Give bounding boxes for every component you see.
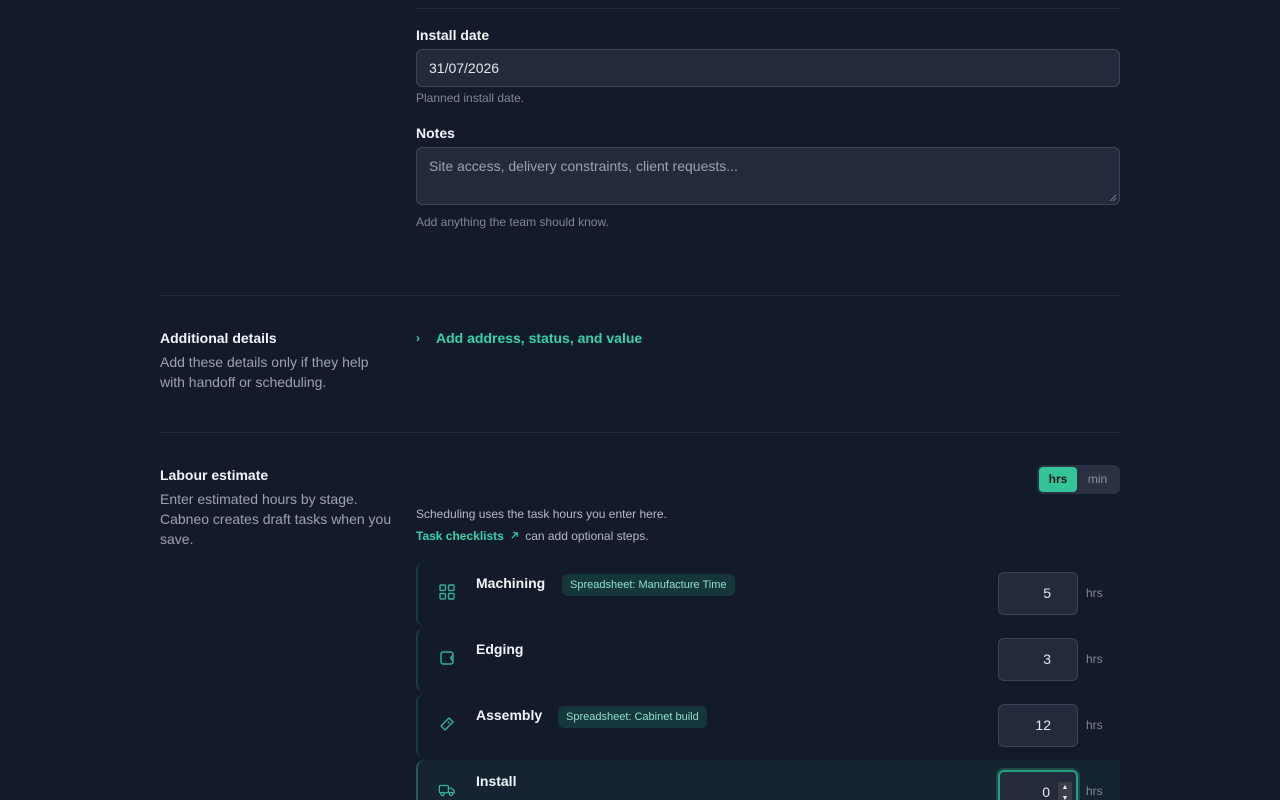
unit-option-hrs[interactable]: hrs [1039,467,1077,492]
additional-details-title: Additional details [160,330,277,346]
chevron-right-icon: › [416,331,420,345]
notes-help: Add anything the team should know. [416,215,609,229]
stage-row-machining: Machining Spreadsheet: Manufacture Time … [416,562,1120,626]
stage-badge: Spreadsheet: Manufacture Time [562,574,735,596]
stage-hours-value: 0 [1042,784,1050,800]
edge-icon [440,651,454,665]
expander-label: Add address, status, and value [436,330,643,346]
labour-estimate-description: Enter estimated hours by stage. Cabneo c… [160,491,392,547]
spinner-up-icon[interactable]: ▲ [1058,782,1072,793]
install-date-label: Install date [416,27,490,43]
install-date-input[interactable]: 31/07/2026 [416,49,1120,87]
stage-hours-input[interactable]: 0 ▲ ▼ [998,770,1078,800]
truck-icon [438,784,455,797]
unit-toggle: hrs min [1037,465,1120,494]
top-divider [416,8,1120,9]
section-divider [160,295,1120,296]
stage-name: Install [476,773,517,789]
tag-icon [440,717,454,731]
task-checklists-link[interactable]: Task checklists [416,529,519,543]
task-checklists-link-label: Task checklists [416,529,504,543]
arrow-up-right-icon [511,532,518,539]
unit-option-min[interactable]: min [1077,467,1118,492]
checklist-rest-text: can add optional steps. [525,529,649,543]
job-form-page: Install date 31/07/2026 Planned install … [0,0,1280,800]
additional-details-description: Add these details only if they help with… [160,354,369,390]
grid-icon [439,584,455,600]
notes-placeholder: Site access, delivery constraints, clien… [429,158,738,174]
number-spinner[interactable]: ▲ ▼ [1058,782,1072,800]
labour-estimate-title: Labour estimate [160,467,269,483]
notes-textarea[interactable]: Site access, delivery constraints, clien… [416,147,1120,205]
scheduling-note: Scheduling uses the task hours you enter… [416,507,667,521]
resize-grip-icon[interactable] [1109,194,1117,202]
stage-name: Assembly [476,707,543,723]
stage-row-edging: Edging 3 hrs [416,628,1120,692]
add-address-status-value-toggle[interactable]: › Add address, status, and value [416,330,642,346]
notes-label: Notes [416,125,455,141]
stage-hours-unit: hrs [1086,586,1103,600]
stage-badge: Spreadsheet: Cabinet build [558,706,707,728]
stage-hours-unit: hrs [1086,784,1103,798]
stage-row-assembly: Assembly Spreadsheet: Cabinet build 12 h… [416,694,1120,758]
stage-hours-unit: hrs [1086,652,1103,666]
spinner-down-icon[interactable]: ▼ [1058,793,1072,800]
stage-name: Machining [476,575,546,591]
checklist-line: Task checklists can add optional steps. [416,529,649,543]
install-date-help: Planned install date. [416,91,525,105]
stage-hours-input[interactable]: 3 [998,638,1078,681]
stage-hours-unit: hrs [1086,718,1103,732]
section-divider [160,432,1120,433]
stage-row-install: Install 0 ▲ ▼ hrs [416,760,1120,800]
stage-name: Edging [476,641,524,657]
stage-hours-input[interactable]: 5 [998,572,1078,615]
stage-hours-input[interactable]: 12 [998,704,1078,747]
